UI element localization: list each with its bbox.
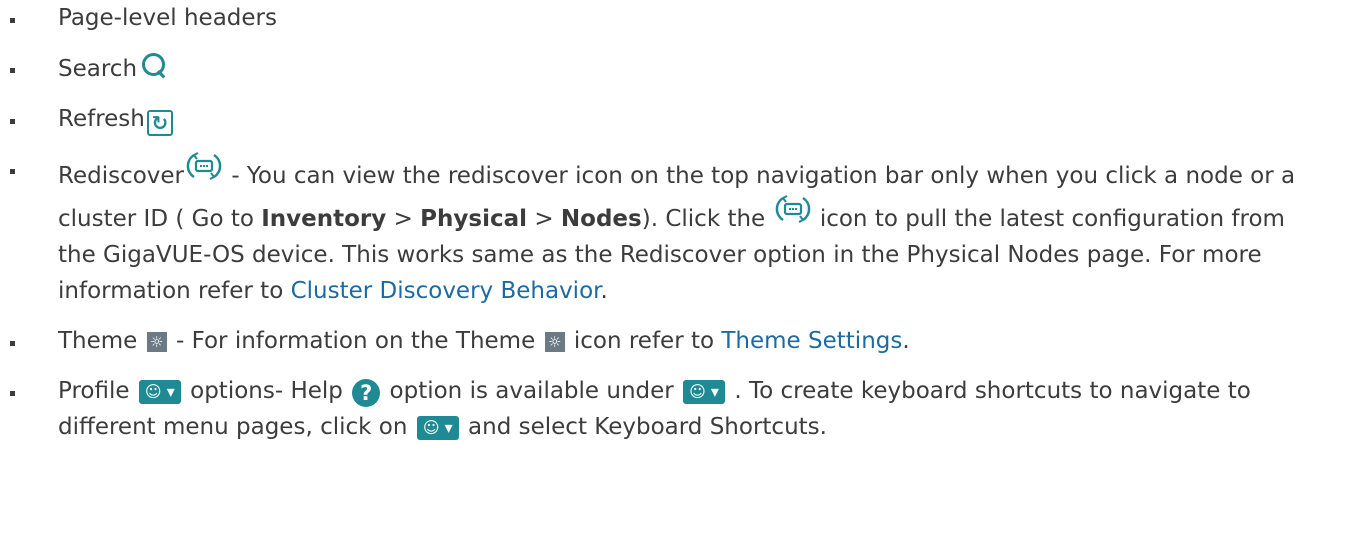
- profile-icon: ☺ ▾: [683, 380, 726, 404]
- list-item-refresh: Refresh ↻: [0, 101, 1308, 137]
- help-icon: ?: [352, 379, 381, 407]
- list-item-page-headers: Page-level headers: [0, 0, 1308, 36]
- nodes-label: Nodes: [560, 206, 642, 232]
- bullet-list: Page-level headers Search Refresh ↻ Redis…: [0, 0, 1358, 445]
- profile-icon: ☺ ▾: [138, 380, 181, 404]
- list-item-theme: Theme ☼ - For information on the Theme ☼…: [0, 323, 1308, 359]
- item-text: icon refer to: [566, 328, 722, 354]
- list-item-search: Search: [0, 50, 1308, 87]
- item-label: Rediscover: [58, 163, 185, 189]
- theme-icon: ☼: [146, 332, 167, 352]
- separator: >: [527, 206, 561, 232]
- document-page: Page-level headers Search Refresh ↻ Redis…: [0, 0, 1358, 535]
- item-text: - For information on the Theme: [168, 328, 543, 354]
- profile-icon: ☺ ▾: [416, 416, 459, 440]
- item-text: .: [902, 328, 910, 354]
- item-label: Profile: [58, 378, 130, 404]
- physical-label: Physical: [420, 206, 528, 232]
- theme-settings-link[interactable]: Theme Settings: [721, 328, 902, 354]
- refresh-icon: ↻: [146, 110, 173, 136]
- cluster-discovery-link[interactable]: Cluster Discovery Behavior: [291, 278, 601, 304]
- list-item-profile: Profile ☺ ▾ options- Help ? option is av…: [0, 373, 1308, 445]
- theme-icon: ☼: [544, 332, 565, 352]
- item-text: option is available under: [382, 378, 682, 404]
- separator: >: [386, 206, 421, 232]
- item-text: and select Keyboard Shortcuts.: [460, 414, 827, 440]
- item-label: Search: [58, 56, 138, 82]
- item-text: .: [600, 278, 608, 304]
- item-label: Refresh: [58, 106, 145, 132]
- rediscover-icon: [186, 151, 222, 181]
- search-icon: [139, 50, 169, 80]
- item-text: options- Help: [182, 378, 351, 404]
- item-text: Page-level headers: [58, 5, 277, 31]
- list-item-rediscover: Rediscover - You can view the rediscover…: [0, 151, 1308, 309]
- item-text: ). Click the: [641, 206, 773, 232]
- rediscover-icon: [775, 194, 811, 224]
- inventory-label: Inventory: [261, 206, 387, 232]
- item-label: Theme: [58, 328, 138, 354]
